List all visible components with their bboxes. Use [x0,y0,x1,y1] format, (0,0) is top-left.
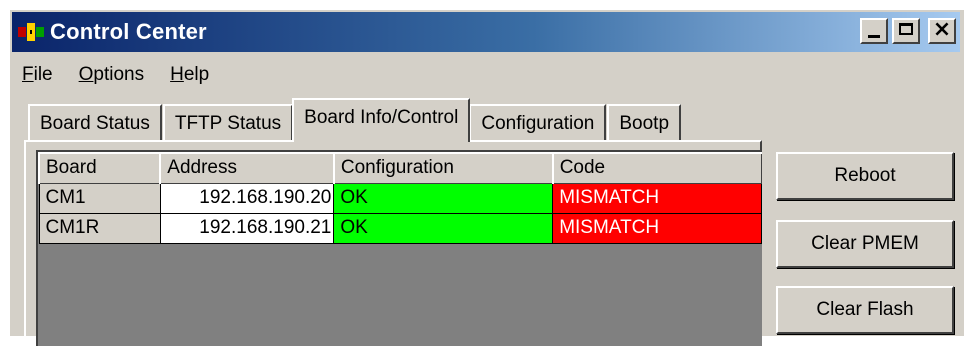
configuration-status-cell[interactable]: OK [333,182,554,214]
code-status-cell[interactable]: MISMATCH [552,212,762,244]
tab-strip: Board Status TFTP Status Board Info/Cont… [28,98,682,142]
table-header-row: Board Address Configuration Code [37,152,762,184]
column-header-address[interactable]: Address [159,152,335,184]
board-cell[interactable]: CM1R [38,212,161,244]
tab-configuration[interactable]: Configuration [469,104,607,142]
board-table: Board Address Configuration Code CM1 192… [37,152,762,244]
address-cell[interactable]: 192.168.190.20 [159,182,335,214]
window-title: Control Center [50,19,207,44]
column-header-configuration[interactable]: Configuration [332,152,554,184]
close-button[interactable]: × [928,17,956,44]
board-grid[interactable]: Board Address Configuration Code CM1 192… [36,150,762,346]
title-bar[interactable]: Control Center × [12,12,960,52]
maximize-icon [899,23,913,35]
app-icon [18,21,46,43]
clear-flash-button[interactable]: Clear Flash [776,286,954,334]
configuration-status-cell[interactable]: OK [333,212,554,244]
table-row[interactable]: CM1 192.168.190.20 OK MISMATCH [38,182,762,214]
menu-options[interactable]: Options [75,62,148,92]
minimize-icon [868,35,880,38]
code-status-cell[interactable]: MISMATCH [552,182,762,214]
tab-board-status[interactable]: Board Status [28,104,162,142]
board-cell[interactable]: CM1 [38,182,161,214]
control-center-window: Control Center × File Options Help Board… [8,8,964,346]
menu-help[interactable]: Help [166,62,213,92]
menu-file[interactable]: File [18,62,57,92]
menu-bar: File Options Help [18,62,213,92]
column-header-code[interactable]: Code [551,152,762,184]
tab-bootp[interactable]: Bootp [607,104,682,142]
address-cell[interactable]: 192.168.190.21 [159,212,335,244]
maximize-button[interactable] [892,18,920,44]
minimize-button[interactable] [860,18,888,44]
column-header-board[interactable]: Board [37,152,161,184]
reboot-button[interactable]: Reboot [776,152,954,200]
tab-tftp-status[interactable]: TFTP Status [162,104,294,142]
clear-pmem-button[interactable]: Clear PMEM [776,220,954,268]
tab-board-info-control[interactable]: Board Info/Control [292,98,471,142]
close-icon: × [932,17,952,42]
table-row[interactable]: CM1R 192.168.190.21 OK MISMATCH [38,212,762,244]
